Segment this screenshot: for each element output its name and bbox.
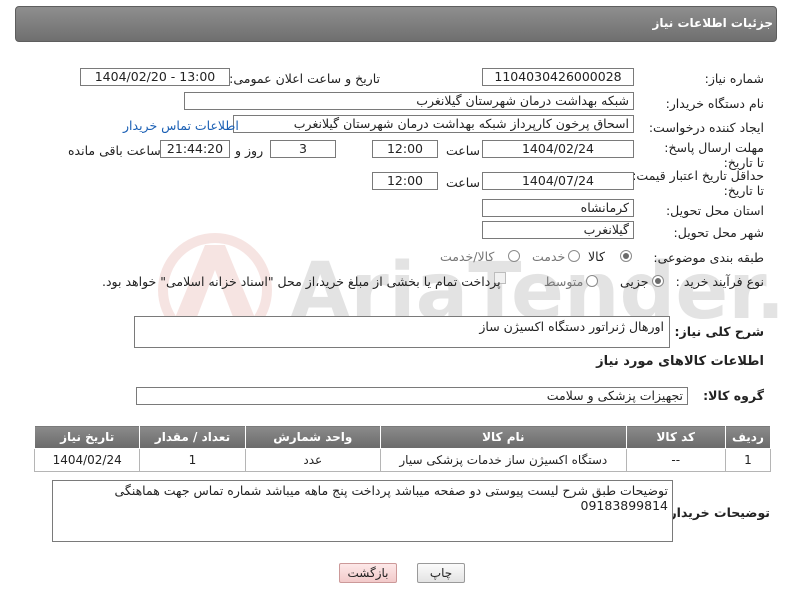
goods-table-header: ردیف کد کالا نام کالا واحد شمارش تعداد /… <box>33 425 772 449</box>
creator-field: اسحاق پرخون کارپرداز شبکه بهداشت درمان ش… <box>233 115 634 133</box>
goods-section-title: اطلاعات کالاهای مورد نیاز <box>596 354 764 369</box>
buyer-org-field: شبکه بهداشت درمان شهرستان گیلانغرب <box>184 92 634 110</box>
need-number-field: 1104030426000028 <box>482 68 634 86</box>
remaining-label: ساعت باقی مانده <box>68 143 161 158</box>
payment-note: پرداخت تمام یا بخشی از مبلغ خرید،از محل … <box>102 274 501 289</box>
category-label: طبقه بندی موضوعی: <box>653 250 764 265</box>
col-name: نام کالا <box>379 425 627 449</box>
print-button[interactable]: چاپ <box>417 563 465 583</box>
category-option-service: خدمت <box>532 249 566 264</box>
process-option-minor: جزیی <box>620 274 649 289</box>
col-unit: واحد شمارش <box>244 425 381 449</box>
announce-field: 1404/02/20 - 13:00 <box>80 68 230 86</box>
days-field: 3 <box>270 140 336 158</box>
category-option-goods-service: کالا/خدمت <box>440 249 495 264</box>
need-number-label: شماره نیاز: <box>704 71 764 86</box>
process-option-medium: متوسط <box>544 274 584 289</box>
cell-unit: عدد <box>244 448 381 472</box>
validity-time-field: 12:00 <box>372 172 438 190</box>
description-label: شرح کلی نیاز: <box>674 324 764 339</box>
description-textarea[interactable]: اورهال ژنراتور دستگاه اکسیژن ساز <box>134 316 670 348</box>
col-code: کد کالا <box>625 425 726 449</box>
deadline-label: مهلت ارسال پاسخ: تا تاریخ: <box>664 140 764 170</box>
days-label: روز و <box>235 143 264 158</box>
goods-group-label: گروه کالا: <box>703 388 764 403</box>
cell-qty: 1 <box>139 448 246 472</box>
process-radio-medium[interactable] <box>586 275 598 287</box>
deadline-time-field: 12:00 <box>372 140 438 158</box>
category-radio-service[interactable] <box>568 250 580 262</box>
validity-time-label: ساعت <box>446 175 481 190</box>
col-date: تاریخ نیاز <box>33 425 141 449</box>
city-label: شهر محل تحویل: <box>673 225 764 240</box>
process-radio-minor[interactable] <box>652 275 664 287</box>
table-row: 1 -- دستگاه اکسیژن ساز خدمات پزشکی سیار … <box>33 448 772 472</box>
deadline-time-label: ساعت <box>446 143 481 158</box>
cell-name: دستگاه اکسیژن ساز خدمات پزشکی سیار <box>379 448 627 472</box>
category-radio-goods-service[interactable] <box>508 250 520 262</box>
cell-row: 1 <box>724 448 772 472</box>
validity-label: حداقل تاریخ اعتبار قیمت: تا تاریخ: <box>632 168 764 198</box>
col-qty: تعداد / مقدار <box>139 425 246 449</box>
col-row: ردیف <box>724 425 772 449</box>
cell-date: 1404/02/24 <box>33 448 141 472</box>
back-button[interactable]: بازگشت <box>339 563 397 583</box>
page-title: جزئیات اطلاعات نیاز <box>652 16 773 30</box>
category-option-goods: کالا <box>588 249 605 264</box>
announce-label: تاریخ و ساعت اعلان عمومی: <box>229 71 380 86</box>
province-field: کرمانشاه <box>482 199 634 217</box>
validity-date-field: 1404/07/24 <box>482 172 634 190</box>
contact-info-link[interactable]: اطلاعات تماس خریدار <box>123 118 239 133</box>
remaining-time-field: 21:44:20 <box>160 140 230 158</box>
description-text: اورهال ژنراتور دستگاه اکسیژن ساز <box>479 319 664 334</box>
buyer-notes-text: توضیحات طبق شرح لیست پیوستی دو صفحه میبا… <box>114 483 669 513</box>
buyer-notes-textarea[interactable]: توضیحات طبق شرح لیست پیوستی دو صفحه میبا… <box>52 480 673 542</box>
category-radio-goods[interactable] <box>620 250 632 262</box>
goods-group-field: تجهیزات پزشکی و سلامت <box>136 387 688 405</box>
cell-code: -- <box>625 448 726 472</box>
city-field: گیلانغرب <box>482 221 634 239</box>
buyer-org-label: نام دستگاه خریدار: <box>665 96 764 111</box>
buyer-notes-label: توضیحات خریدار: <box>664 505 770 520</box>
creator-label: ایجاد کننده درخواست: <box>648 120 764 135</box>
process-label: نوع فرآیند خرید : <box>675 274 764 289</box>
province-label: استان محل تحویل: <box>665 203 764 218</box>
deadline-date-field: 1404/02/24 <box>482 140 634 158</box>
goods-table: ردیف کد کالا نام کالا واحد شمارش تعداد /… <box>33 425 772 472</box>
